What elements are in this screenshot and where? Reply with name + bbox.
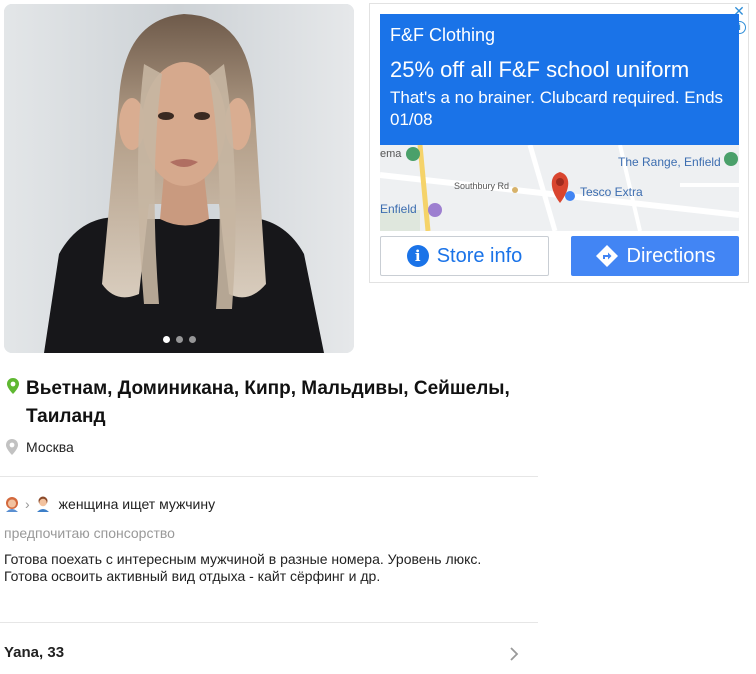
destinations-row: Вьетнам, Доминикана, Кипр, Мальдивы, Сей… xyxy=(6,375,526,431)
seeking-text: женщина ищет мужчину xyxy=(58,496,216,512)
about-text: Готова поехать с интересным мужчиной в р… xyxy=(4,551,524,585)
store-info-button[interactable]: i Store info xyxy=(380,236,549,276)
map-label-enfield: Enfield xyxy=(380,202,417,216)
map-label-road: Southbury Rd xyxy=(454,181,510,191)
about-line: Готова поехать с интересным мужчиной в р… xyxy=(4,551,482,567)
profile-photo xyxy=(4,4,354,353)
location-pin-icon xyxy=(6,439,18,455)
ad-banner[interactable]: F&F Clothing 25% off all F&F school unif… xyxy=(380,14,739,145)
location-pin-icon xyxy=(7,378,19,394)
directions-icon xyxy=(595,245,618,267)
carousel-dot[interactable] xyxy=(162,336,170,343)
map-label-tesco: Tesco Extra xyxy=(580,185,643,199)
ad-map[interactable]: ema The Range, Enfield Southbury Rd Tesc… xyxy=(380,145,739,231)
divider xyxy=(0,622,538,623)
carousel-dot[interactable] xyxy=(188,336,196,343)
arrow-icon: › xyxy=(25,496,30,512)
city-label: Москва xyxy=(26,439,74,455)
chevron-right-icon[interactable] xyxy=(508,645,520,663)
man-icon xyxy=(36,496,49,512)
store-info-label: Store info xyxy=(436,244,523,267)
city-row: Москва xyxy=(6,439,74,455)
carousel-dot[interactable] xyxy=(175,336,183,343)
woman-icon xyxy=(6,497,18,512)
directions-label: Directions xyxy=(626,244,716,267)
carousel-dots[interactable] xyxy=(4,336,354,343)
map-label-range: The Range, Enfield xyxy=(618,155,721,169)
profile-photo-carousel[interactable] xyxy=(4,4,354,353)
directions-button[interactable]: Directions xyxy=(571,236,739,276)
info-icon: i xyxy=(406,245,429,267)
seeking-row: › женщина ищет мужчину xyxy=(4,496,215,512)
map-label-cinema: ema xyxy=(380,148,402,160)
ad-brand: F&F Clothing xyxy=(390,25,496,45)
profile-name[interactable]: Yana, 33 xyxy=(4,644,64,661)
divider xyxy=(0,476,538,477)
ad-headline: 25% off all F&F school uniform xyxy=(390,57,690,82)
ad-panel[interactable]: ✕ i F&F Clothing 25% off all F&F school … xyxy=(369,3,749,283)
destinations-title: Вьетнам, Доминикана, Кипр, Мальдивы, Сей… xyxy=(26,378,510,427)
about-line: Готова освоить активный вид отдыха - кай… xyxy=(4,568,381,584)
ad-description: That's a no brainer. Clubcard required. … xyxy=(390,88,724,129)
preference-text: предпочитаю спонсорство xyxy=(4,525,175,541)
